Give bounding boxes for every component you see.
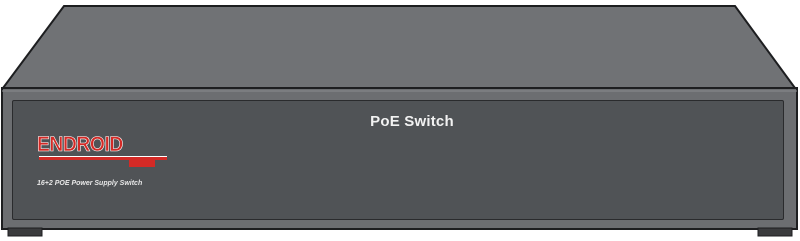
foot-right xyxy=(757,227,793,237)
model-text: 16+2 POE Power Supply Switch xyxy=(37,180,143,187)
brand-tagline xyxy=(129,159,155,167)
foot-left xyxy=(7,227,43,237)
panel-title: PoE Switch xyxy=(370,113,454,130)
brand-logo: ENDROID xyxy=(37,133,172,170)
brand-name: ENDROID xyxy=(37,133,124,156)
switch-illustration: PoE Switch ENDROID 16+2 POE Power Supply… xyxy=(0,0,800,241)
chassis-top xyxy=(1,5,797,89)
